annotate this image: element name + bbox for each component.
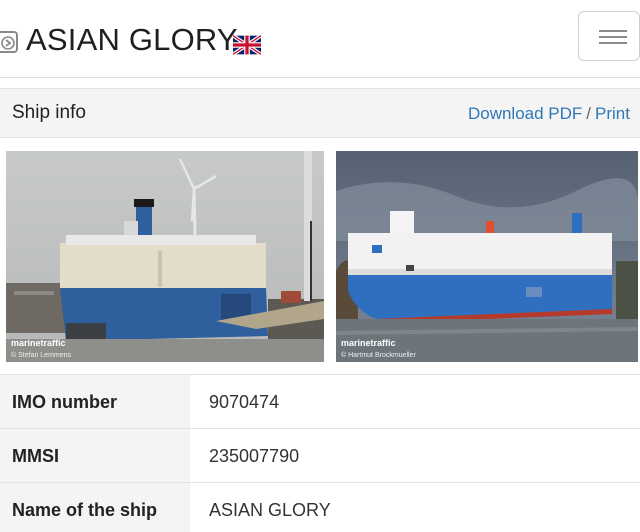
row-label: IMO number bbox=[0, 375, 190, 428]
table-row: Name of the ship ASIAN GLORY bbox=[0, 482, 640, 532]
section-title: Ship info bbox=[12, 102, 86, 123]
hamburger-menu-icon bbox=[599, 30, 627, 32]
photo-credit: © Hartmut Brockmueller bbox=[341, 352, 416, 359]
row-value: ASIAN GLORY bbox=[209, 500, 331, 520]
photo-credit: © Stefan Lemmens bbox=[11, 352, 72, 359]
row-label: Name of the ship bbox=[0, 483, 190, 532]
ship-info-bar: Ship info Download PDF / Print bbox=[0, 88, 640, 138]
photo-watermark: marinetraffic bbox=[341, 338, 396, 348]
uk-flag-icon bbox=[233, 35, 261, 55]
info-actions: Download PDF / Print bbox=[468, 104, 630, 124]
ship-photo-1[interactable]: marinetraffic © Stefan Lemmens bbox=[6, 151, 324, 362]
ship-details-table: IMO number 9070474 MMSI 235007790 Name o… bbox=[0, 374, 640, 532]
row-label: MMSI bbox=[0, 429, 190, 482]
download-pdf-link[interactable]: Download PDF bbox=[468, 104, 582, 123]
arrow-right-box-icon[interactable] bbox=[0, 31, 18, 53]
hamburger-menu-button[interactable] bbox=[578, 11, 640, 61]
table-row: IMO number 9070474 bbox=[0, 374, 640, 428]
page-title: ASIAN GLORY bbox=[26, 22, 238, 57]
print-link[interactable]: Print bbox=[595, 104, 630, 123]
ship-photo-2[interactable]: marinetraffic © Hartmut Brockmueller bbox=[336, 151, 638, 362]
row-value: 9070474 bbox=[209, 392, 280, 412]
table-row: MMSI 235007790 bbox=[0, 428, 640, 482]
link-separator: / bbox=[586, 104, 592, 123]
row-value: 235007790 bbox=[209, 446, 300, 466]
page-header: ASIAN GLORY bbox=[0, 0, 640, 78]
photo-watermark: marinetraffic bbox=[11, 338, 66, 348]
